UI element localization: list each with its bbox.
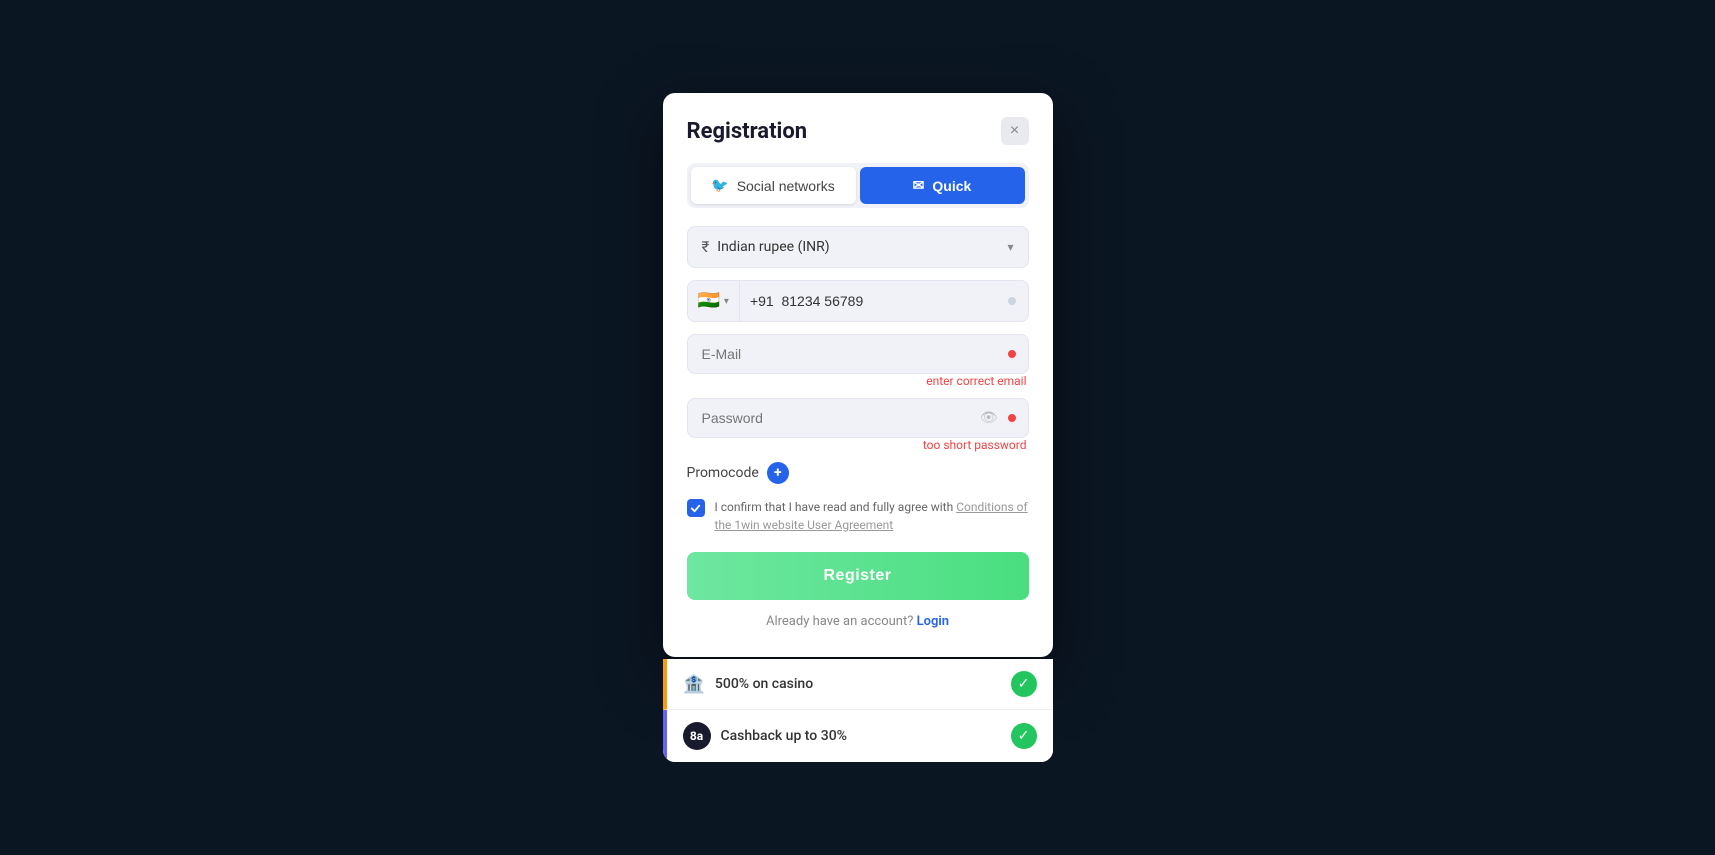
agreement-text: I confirm that I have read and fully agr…: [715, 498, 1029, 534]
bonus-cards: 🏦 500% on casino ✓ 8a Cashback up to 30%…: [663, 659, 1053, 762]
modal-wrapper: Registration × 🐦 Social networks ✉ Quick…: [663, 93, 1053, 762]
country-chevron-icon: ▾: [724, 296, 729, 307]
email-error: enter correct email: [687, 374, 1029, 388]
bonus-casino-left: 🏦 500% on casino: [683, 674, 814, 695]
password-input-row: 👁: [687, 398, 1029, 438]
email-tab-icon: ✉: [913, 177, 925, 194]
bonus-cashback-text: Cashback up to 30%: [721, 728, 847, 744]
agreement-checkbox[interactable]: [687, 499, 705, 517]
login-row: Already have an account? Login: [687, 614, 1029, 629]
currency-label: Indian rupee (INR): [717, 239, 829, 255]
bonus-card-casino: 🏦 500% on casino ✓: [663, 659, 1053, 710]
casino-check-icon: ✓: [1011, 671, 1037, 697]
phone-input[interactable]: [740, 282, 1008, 320]
agreement-link[interactable]: Conditions of the 1win website User Agre…: [715, 500, 1028, 532]
checkmark-icon: [690, 503, 701, 514]
country-flag: 🇮🇳: [698, 292, 720, 310]
email-input-row: [687, 334, 1029, 374]
modal-title: Registration: [687, 119, 808, 144]
promocode-label: Promocode: [687, 465, 759, 481]
email-wrapper: enter correct email: [687, 334, 1029, 388]
password-wrapper: 👁 too short password: [687, 398, 1029, 452]
social-icon: 🐦: [711, 177, 728, 194]
bonus-card-cashback: 8a Cashback up to 30% ✓: [663, 710, 1053, 762]
tab-quick-label: Quick: [932, 178, 971, 194]
plus-icon: +: [774, 466, 782, 480]
register-button[interactable]: Register: [687, 552, 1029, 600]
password-input[interactable]: [688, 399, 970, 437]
rupee-icon: ₹: [702, 238, 710, 256]
email-required-indicator: [1008, 350, 1016, 358]
cashback-icon-text: 8a: [690, 729, 703, 743]
currency-left: ₹ Indian rupee (INR): [702, 238, 830, 256]
casino-icon: 🏦: [683, 674, 705, 695]
password-required-indicator: [1008, 414, 1016, 422]
chevron-down-icon: ▾: [1007, 240, 1013, 254]
email-input[interactable]: [688, 335, 1008, 373]
tab-social-networks[interactable]: 🐦 Social networks: [691, 167, 856, 204]
bonus-casino-text: 500% on casino: [715, 676, 813, 692]
promocode-row: Promocode +: [687, 462, 1029, 484]
close-icon: ×: [1010, 122, 1019, 140]
cashback-check-icon: ✓: [1011, 723, 1037, 749]
agreement-checkbox-row: I confirm that I have read and fully agr…: [687, 498, 1029, 534]
bonus-cashback-left: 8a Cashback up to 30%: [683, 722, 847, 750]
login-link[interactable]: Login: [917, 614, 949, 629]
modal-header: Registration ×: [687, 117, 1029, 145]
password-error: too short password: [687, 438, 1029, 452]
country-picker[interactable]: 🇮🇳 ▾: [688, 281, 740, 321]
tab-social-label: Social networks: [737, 178, 835, 194]
close-button[interactable]: ×: [1001, 117, 1029, 145]
tab-bar: 🐦 Social networks ✉ Quick: [687, 163, 1029, 208]
registration-modal: Registration × 🐦 Social networks ✉ Quick…: [663, 93, 1053, 657]
phone-required-indicator: [1008, 297, 1016, 305]
tab-quick[interactable]: ✉ Quick: [860, 167, 1025, 204]
password-visibility-toggle[interactable]: 👁: [970, 410, 1008, 426]
login-prompt: Already have an account?: [766, 614, 913, 629]
cashback-icon-circle: 8a: [683, 722, 711, 750]
phone-input-row: 🇮🇳 ▾: [687, 280, 1029, 322]
promocode-add-button[interactable]: +: [767, 462, 789, 484]
currency-selector[interactable]: ₹ Indian rupee (INR) ▾: [687, 226, 1029, 268]
